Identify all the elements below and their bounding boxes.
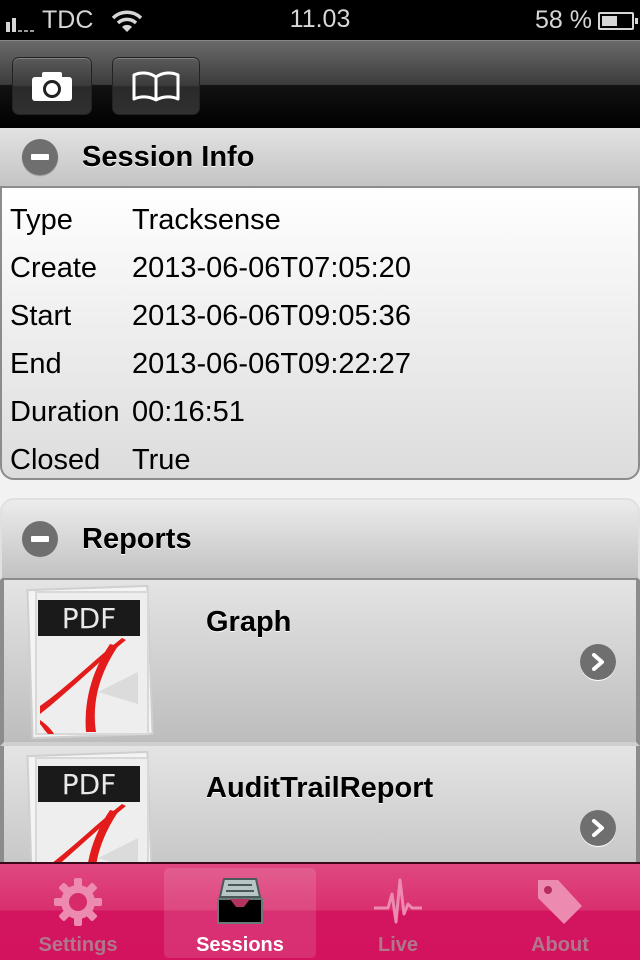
- info-key: Start: [10, 299, 72, 332]
- chevron-right-icon[interactable]: [580, 810, 616, 846]
- info-row-type: Type Tracksense: [2, 196, 638, 244]
- info-row-start: Start 2013-06-06T09:05:36: [2, 292, 638, 340]
- camera-button[interactable]: [12, 57, 92, 115]
- reports-section: Reports PDF Graph PDF AuditTrailReport: [0, 498, 640, 862]
- session-info-header[interactable]: Session Info: [0, 128, 640, 186]
- collapse-icon[interactable]: [22, 139, 58, 175]
- report-name: Graph: [206, 606, 292, 638]
- collapse-icon[interactable]: [22, 521, 58, 557]
- info-row-duration: Duration 00:16:51: [2, 388, 638, 436]
- info-value: 2013-06-06T07:05:20: [132, 251, 411, 284]
- gear-icon: [54, 878, 102, 926]
- tab-live[interactable]: Live: [322, 868, 474, 958]
- pdf-file-icon: PDF: [26, 584, 154, 740]
- svg-text:PDF: PDF: [62, 602, 117, 635]
- info-key: Create: [10, 251, 98, 284]
- reports-title: Reports: [82, 522, 192, 555]
- info-key: End: [10, 347, 62, 380]
- info-value: 2013-06-06T09:05:36: [132, 299, 411, 332]
- info-row-closed: Closed True: [2, 436, 638, 484]
- camera-icon: [32, 72, 72, 101]
- battery-icon: [598, 11, 638, 30]
- tab-settings[interactable]: Settings: [2, 868, 154, 958]
- report-item-graph[interactable]: PDF Graph: [0, 580, 640, 746]
- tab-sessions[interactable]: Sessions: [164, 868, 316, 958]
- inbox-tray-icon: [217, 878, 263, 924]
- info-value: True: [132, 443, 191, 476]
- tab-label: Settings: [38, 934, 118, 956]
- tag-icon: [538, 880, 582, 924]
- info-key: Closed: [10, 443, 101, 476]
- info-value: 2013-06-06T09:22:27: [132, 347, 411, 380]
- svg-text:PDF: PDF: [62, 768, 117, 801]
- battery-percent: 58 %: [535, 6, 592, 34]
- session-content[interactable]: Session Info Type Tracksense Create 2013…: [0, 128, 640, 862]
- book-icon: [132, 71, 180, 102]
- pdf-file-icon: PDF: [26, 750, 154, 862]
- report-item-audittrailreport[interactable]: PDF AuditTrailReport: [0, 746, 640, 862]
- tab-label: Live: [377, 934, 419, 956]
- tab-label: Sessions: [196, 934, 284, 956]
- info-value: Tracksense: [132, 203, 281, 236]
- heartbeat-icon: [374, 878, 422, 924]
- reports-header[interactable]: Reports: [0, 498, 640, 580]
- session-info-table: Type Tracksense Create 2013-06-06T07:05:…: [0, 186, 640, 480]
- tab-about[interactable]: About: [484, 868, 636, 958]
- info-row-end: End 2013-06-06T09:22:27: [2, 340, 638, 388]
- status-right: 58 %: [535, 6, 638, 35]
- book-button[interactable]: [112, 57, 200, 115]
- info-key: Duration: [10, 395, 120, 428]
- info-key: Type: [10, 203, 73, 236]
- tab-label: About: [531, 934, 589, 956]
- info-row-create: Create 2013-06-06T07:05:20: [2, 244, 638, 292]
- status-bar: TDC 11.03 58 %: [0, 0, 640, 40]
- chevron-right-icon[interactable]: [580, 644, 616, 680]
- report-name: AuditTrailReport: [206, 772, 434, 804]
- top-toolbar: [0, 40, 640, 128]
- session-info-title: Session Info: [82, 140, 255, 173]
- info-value: 00:16:51: [132, 395, 245, 428]
- tab-bar: Settings Sessions Live About: [0, 862, 640, 960]
